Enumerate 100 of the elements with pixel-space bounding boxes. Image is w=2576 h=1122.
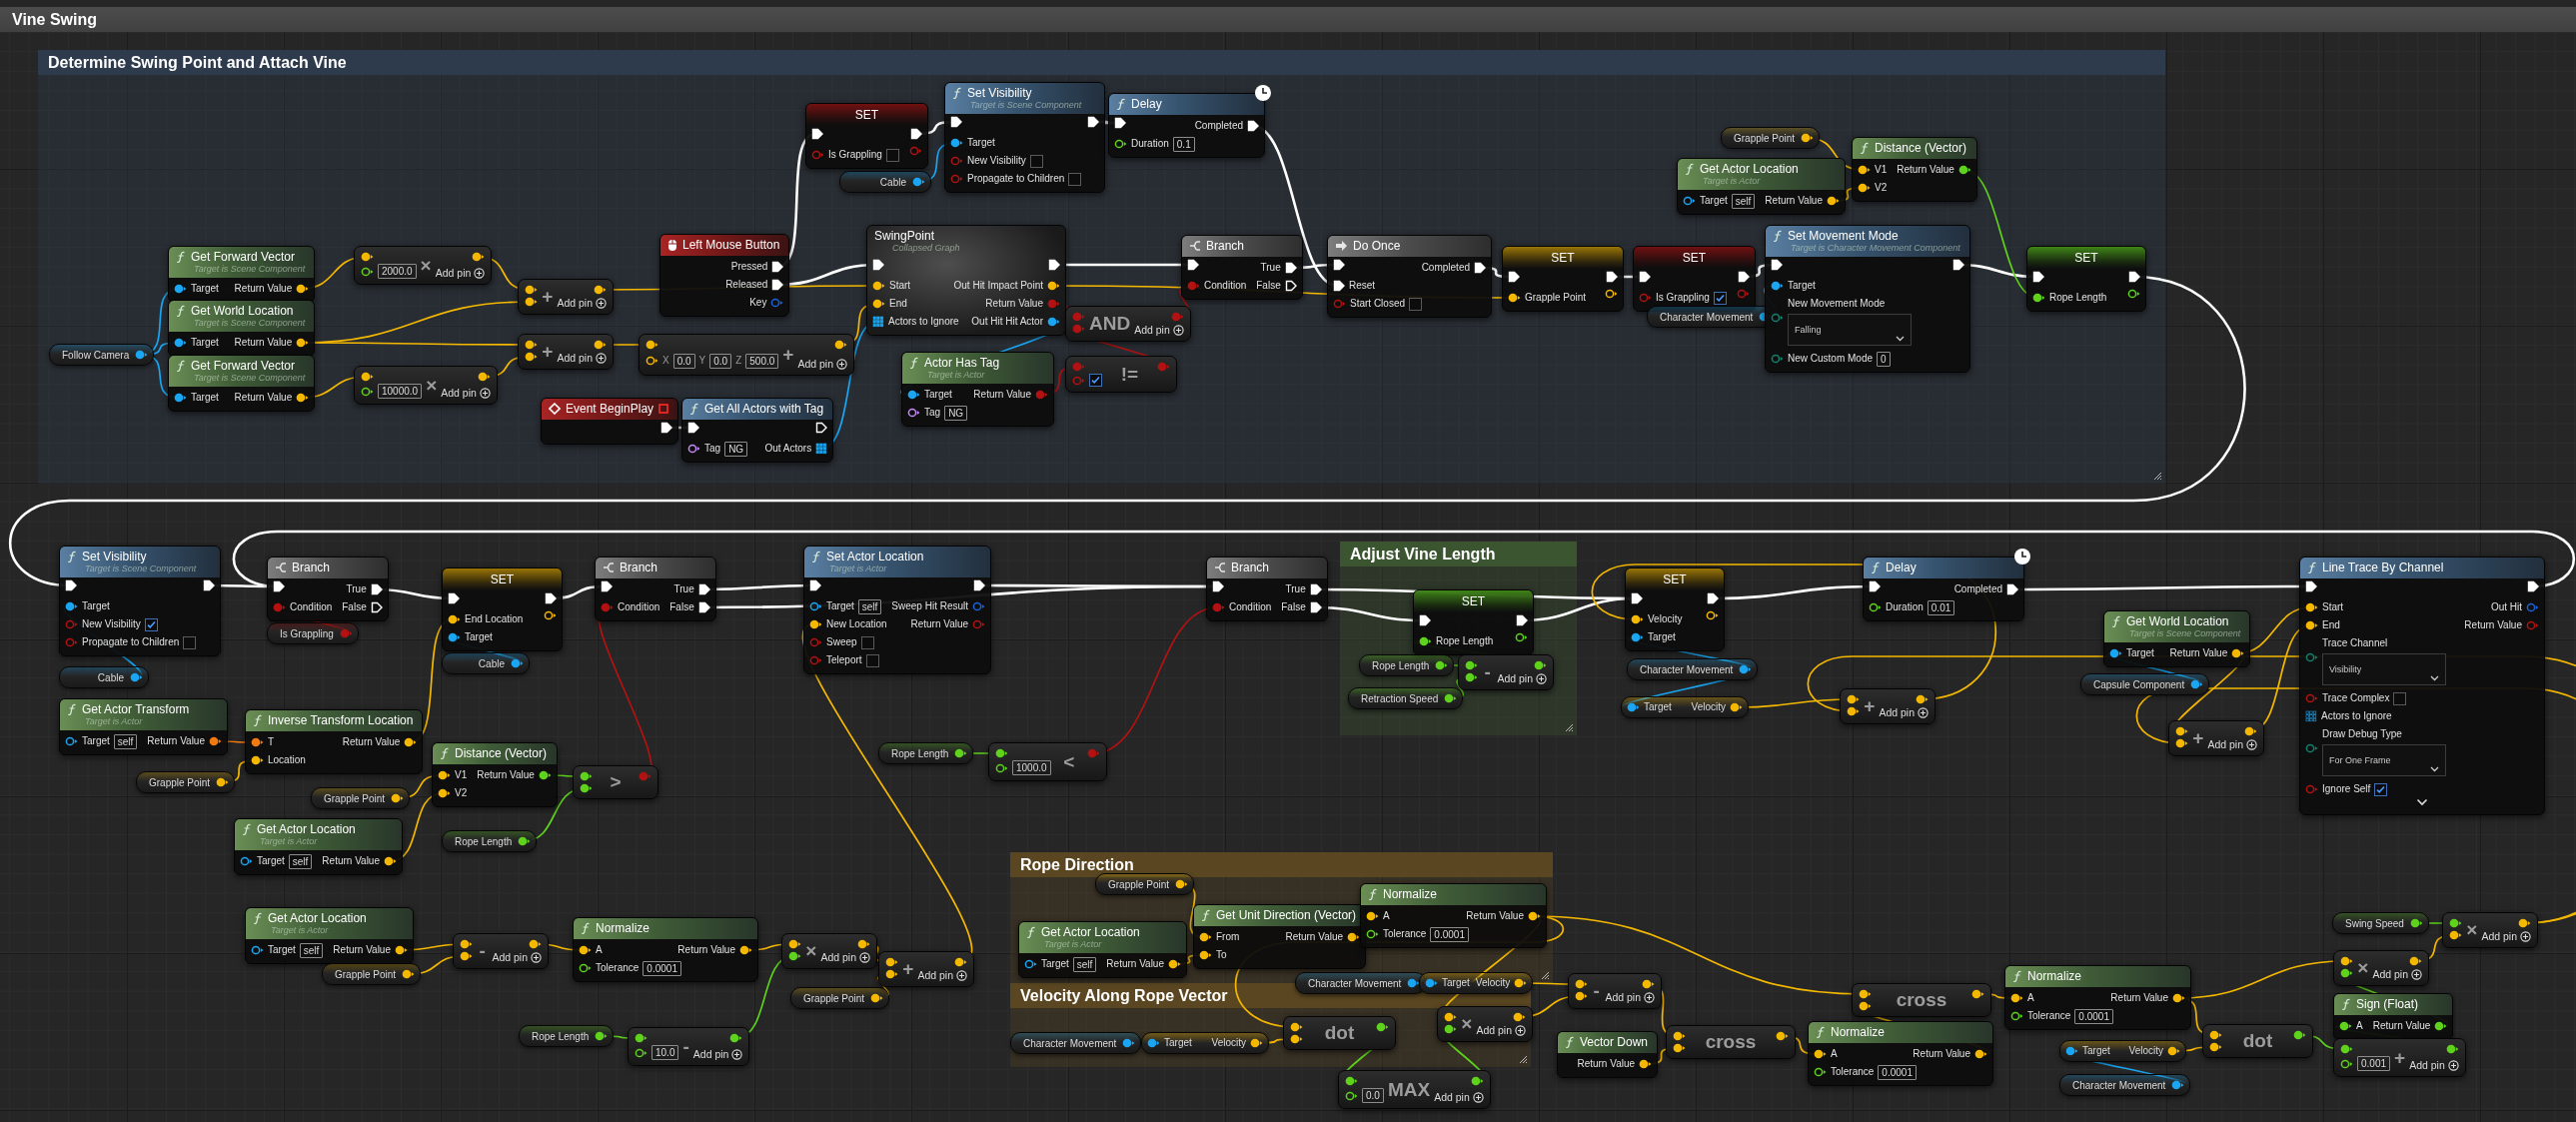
node-title: Inverse Transform Location bbox=[268, 713, 414, 727]
node-title: Normalize bbox=[596, 921, 649, 935]
value-field[interactable]: 0.0001 bbox=[2074, 1008, 2113, 1024]
pin-label: V2 bbox=[455, 786, 468, 800]
node-title: Line Trace By Channel bbox=[2322, 561, 2444, 574]
value-field[interactable]: 10.0 bbox=[651, 1045, 679, 1060]
node-subtitle: Target is Scene Component bbox=[2128, 628, 2241, 638]
node-title: Normalize bbox=[2027, 969, 2081, 983]
pin-label: Sweep Hit Result bbox=[891, 599, 969, 613]
value-field[interactable]: NG bbox=[944, 405, 968, 421]
pin-label: False bbox=[1281, 600, 1306, 614]
node-title: Set Visibility bbox=[82, 550, 147, 563]
value-field[interactable]: NG bbox=[724, 441, 748, 457]
node-subtitle: Target is Actor bbox=[1702, 176, 1762, 186]
pin-label: Pressed bbox=[730, 260, 768, 274]
pin-label: Completed bbox=[1194, 119, 1243, 133]
node-title: Delay bbox=[1886, 561, 1917, 574]
dropdown[interactable]: Falling bbox=[1788, 314, 1912, 346]
value-field[interactable]: 0.0001 bbox=[1430, 926, 1469, 942]
operator-symbol: × bbox=[805, 940, 817, 962]
add-pin-button[interactable]: Add pin bbox=[2207, 738, 2257, 750]
add-pin-button[interactable]: Add pin bbox=[1605, 991, 1655, 1003]
operator-symbol: - bbox=[1483, 661, 1492, 683]
add-pin-button[interactable]: Add pin bbox=[917, 969, 967, 981]
pin-label: Return Value bbox=[1285, 930, 1344, 944]
add-pin-button[interactable]: Add pin bbox=[557, 297, 607, 309]
graph-title[interactable]: Vine Swing bbox=[12, 10, 98, 29]
pin-label: Is Grappling bbox=[1656, 291, 1710, 305]
operator-symbol: + bbox=[902, 958, 914, 980]
pin-label: Target bbox=[2126, 646, 2154, 660]
value-field[interactable]: 0.0 bbox=[672, 353, 695, 369]
add-pin-button[interactable]: Add pin bbox=[441, 387, 491, 399]
value-field[interactable]: 10000.0 bbox=[378, 384, 423, 399]
value-field[interactable]: 0.0001 bbox=[1878, 1064, 1917, 1080]
variable-label: Cable bbox=[879, 176, 906, 188]
value-field[interactable]: 0.001 bbox=[2357, 1056, 2391, 1071]
pin-label: Duration bbox=[1886, 600, 1924, 614]
node-subtitle: Target is Scene Component bbox=[193, 264, 306, 274]
node-title: Normalize bbox=[1383, 887, 1437, 901]
axis-label: Z bbox=[735, 354, 742, 368]
pin-label: Location bbox=[268, 753, 306, 767]
value-field[interactable]: self bbox=[857, 598, 882, 614]
pin-label: Velocity bbox=[1648, 612, 1683, 626]
node-title: Get World Location bbox=[2126, 614, 2229, 628]
operator-symbol: + bbox=[2394, 1046, 2406, 1069]
add-pin-button[interactable]: Add pin bbox=[797, 358, 848, 370]
variable-label: Grapple Point bbox=[1734, 132, 1796, 144]
value-field[interactable]: 500.0 bbox=[745, 353, 779, 369]
pin-label: Velocity bbox=[1211, 1036, 1246, 1050]
add-pin-button[interactable]: Add pin bbox=[1879, 706, 1929, 718]
node-title: SET bbox=[490, 572, 515, 586]
dropdown[interactable]: Visibility bbox=[2322, 653, 2446, 685]
value-field[interactable]: self bbox=[1731, 193, 1756, 209]
value-field[interactable]: self bbox=[299, 942, 324, 958]
value-field[interactable]: 1000.0 bbox=[1012, 760, 1051, 775]
node-title: Normalize bbox=[1831, 1025, 1885, 1039]
add-pin-button[interactable]: Add pin bbox=[492, 951, 542, 963]
node-title: SET bbox=[1551, 251, 1575, 265]
pin-label: Out Hit bbox=[2490, 600, 2522, 614]
add-pin-button[interactable]: Add pin bbox=[1434, 1091, 1484, 1103]
pin-label: Tag bbox=[924, 406, 941, 420]
node-title: Branch bbox=[1231, 561, 1270, 574]
value-field[interactable]: 0.0 bbox=[1362, 1088, 1384, 1103]
pin-label: Grapple Point bbox=[1525, 291, 1587, 305]
pin-label: Out Hit Impact Point bbox=[953, 279, 1043, 293]
value-field[interactable]: 0.1 bbox=[1172, 136, 1195, 152]
operator-symbol: != bbox=[1119, 363, 1140, 386]
pin-label: A bbox=[1383, 909, 1390, 923]
pin-label: New Visibility bbox=[82, 617, 141, 631]
operator-symbol: AND bbox=[1089, 313, 1131, 335]
comment-title: Velocity Along Rope Vector bbox=[1020, 986, 1228, 1005]
add-pin-button[interactable]: Add pin bbox=[1134, 324, 1184, 336]
node-title: Get Unit Direction (Vector) bbox=[1216, 908, 1357, 922]
value-field[interactable]: 2000.0 bbox=[378, 264, 417, 279]
value-field[interactable]: self bbox=[1072, 956, 1097, 972]
operator-symbol: + bbox=[542, 286, 554, 308]
add-pin-button[interactable]: Add pin bbox=[557, 352, 607, 364]
value-field[interactable]: 0.0 bbox=[709, 353, 732, 369]
add-pin-button[interactable]: Add pin bbox=[1476, 1024, 1526, 1036]
dropdown[interactable]: For One Frame bbox=[2322, 744, 2446, 776]
add-pin-button[interactable]: Add pin bbox=[692, 1048, 743, 1060]
pin-label: New Location bbox=[826, 617, 887, 631]
add-pin-button[interactable]: Add pin bbox=[1497, 672, 1547, 684]
pin-label: A bbox=[1831, 1047, 1838, 1061]
add-pin-button[interactable]: Add pin bbox=[435, 267, 486, 279]
value-field[interactable]: self bbox=[288, 853, 313, 869]
value-field[interactable]: 0.0001 bbox=[643, 960, 681, 976]
pin-label: End bbox=[889, 297, 907, 311]
add-pin-button[interactable]: Add pin bbox=[820, 951, 870, 963]
node-title: SET bbox=[1682, 251, 1707, 265]
value-field[interactable]: 0.01 bbox=[1927, 599, 1955, 615]
add-pin-button[interactable]: Add pin bbox=[2372, 968, 2422, 980]
pin-label: False bbox=[1256, 279, 1281, 293]
value-field[interactable]: 0 bbox=[1877, 351, 1891, 367]
pin-label: Condition bbox=[618, 600, 660, 614]
add-pin-button[interactable]: Add pin bbox=[2481, 930, 2531, 942]
node-title: SET bbox=[854, 108, 879, 122]
node-title: Set Actor Location bbox=[826, 550, 924, 563]
value-field[interactable]: self bbox=[113, 733, 138, 749]
add-pin-button[interactable]: Add pin bbox=[2409, 1059, 2459, 1071]
